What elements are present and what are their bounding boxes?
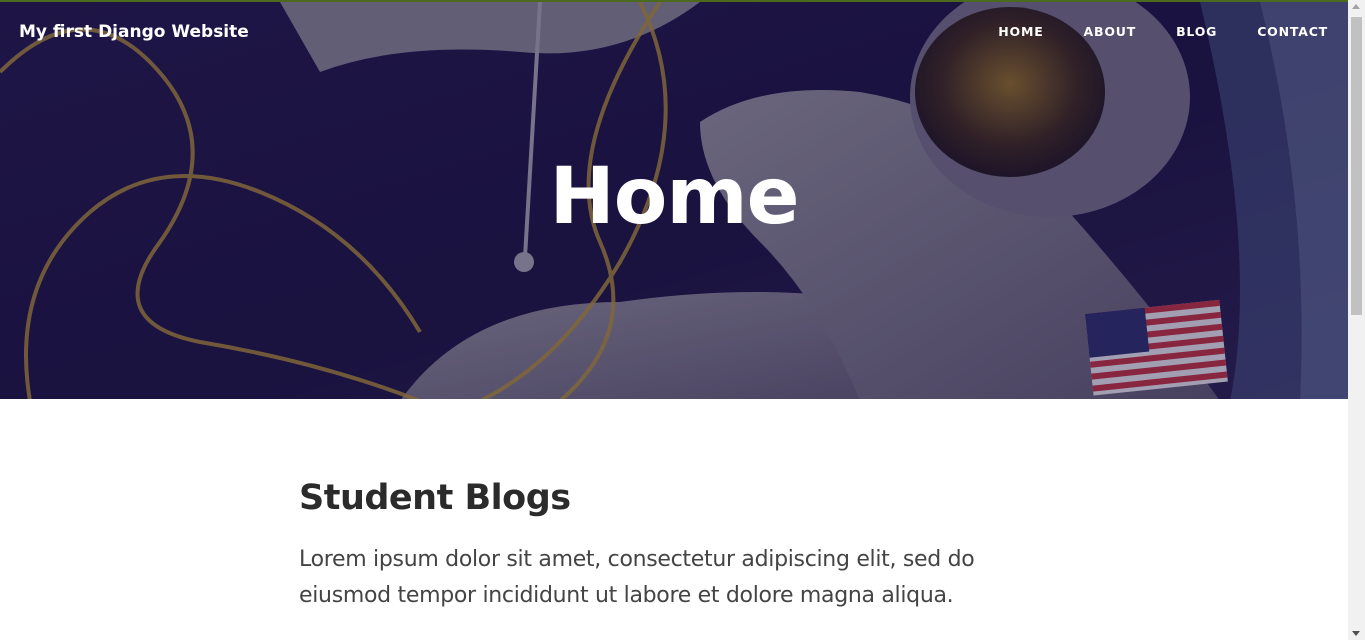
- nav-about-link[interactable]: ABOUT: [1084, 24, 1137, 39]
- nav-contact-link[interactable]: CONTACT: [1257, 24, 1328, 39]
- hero-title: Home: [549, 152, 799, 242]
- scroll-up-arrow-icon[interactable]: [1352, 4, 1360, 9]
- vertical-scrollbar[interactable]: [1348, 0, 1365, 640]
- nav-blog-link[interactable]: BLOG: [1176, 24, 1217, 39]
- scroll-down-arrow-icon[interactable]: [1352, 631, 1360, 636]
- scrollbar-thumb[interactable]: [1351, 17, 1362, 315]
- nav-home-link[interactable]: HOME: [998, 24, 1043, 39]
- section-heading: Student Blogs: [299, 478, 571, 518]
- intro-paragraph: Lorem ipsum dolor sit amet, consectetur …: [299, 547, 975, 608]
- main-nav: HOME ABOUT BLOG CONTACT: [958, 24, 1328, 39]
- masthead: My first Django Website HOME ABOUT BLOG …: [0, 0, 1348, 399]
- site-brand-link[interactable]: My first Django Website: [19, 22, 249, 42]
- main-content: Student Blogs Lorem ipsum dolor sit amet…: [299, 478, 999, 614]
- page: My first Django Website HOME ABOUT BLOG …: [0, 0, 1348, 640]
